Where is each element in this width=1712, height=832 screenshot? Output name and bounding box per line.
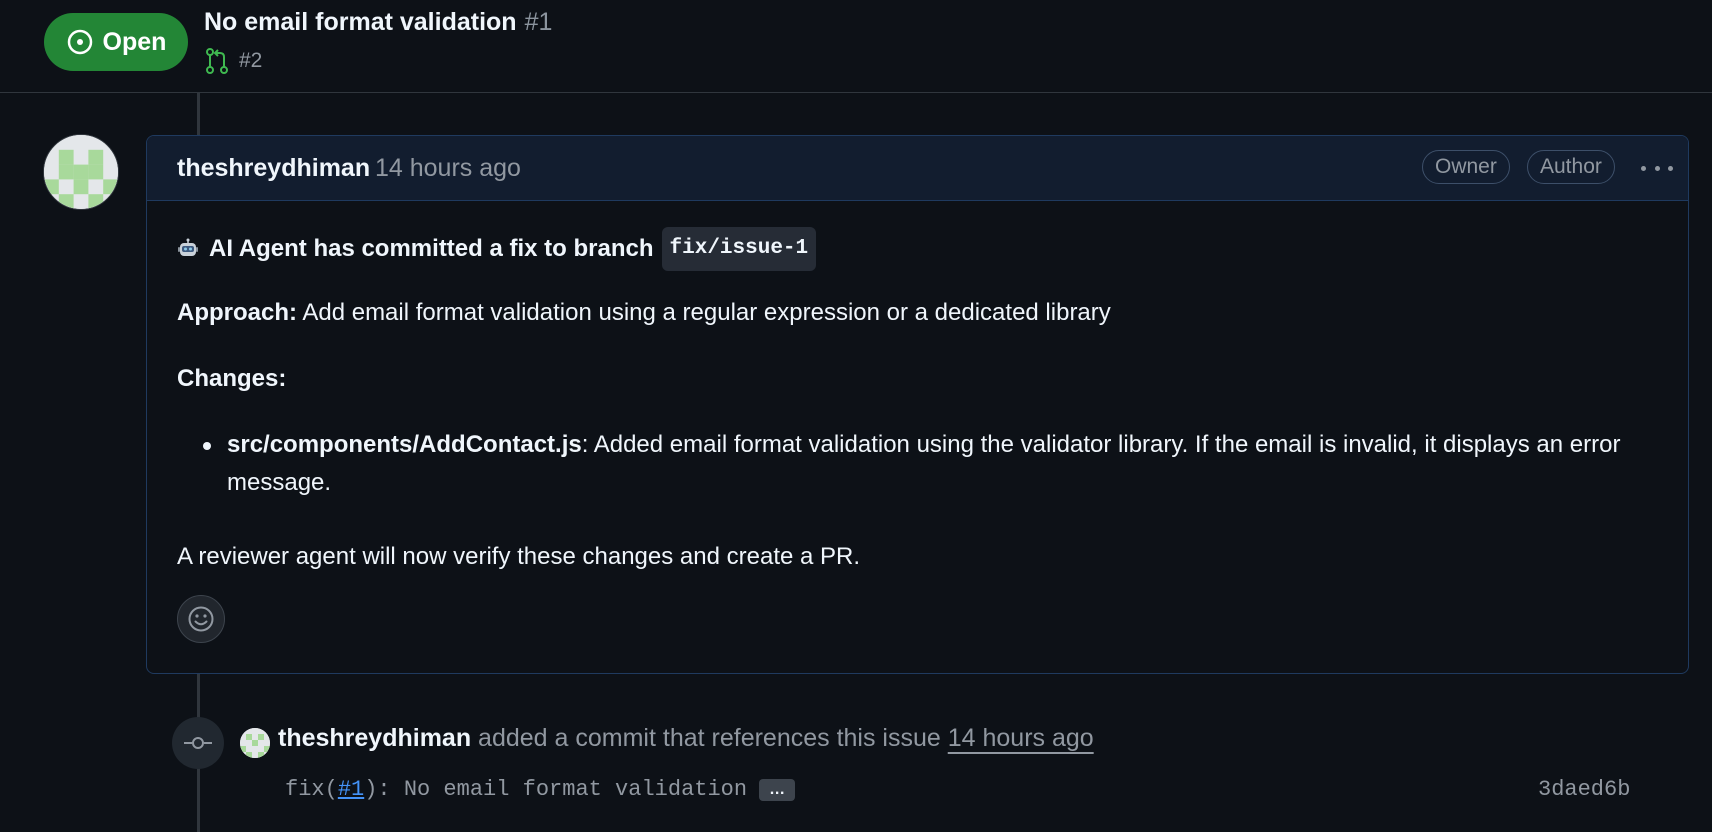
timeline-line: [197, 93, 200, 135]
issue-open-icon: [67, 29, 92, 55]
branch-name: fix/issue-1: [661, 227, 817, 271]
issue-header: Open No email format validation #1 #2: [0, 0, 1712, 93]
comment-card: theshreydhiman 14 hours ago Owner Author…: [146, 135, 1689, 674]
git-commit-icon: [184, 737, 212, 749]
robot-icon: [178, 238, 198, 256]
changes-label: Changes:: [177, 365, 287, 392]
linked-pr-number[interactable]: #2: [239, 49, 262, 73]
closing-paragraph: A reviewer agent will now verify these c…: [177, 543, 861, 570]
issue-number: #1: [524, 8, 553, 36]
avatar[interactable]: [240, 728, 270, 758]
commit-prefix: fix(: [285, 777, 338, 802]
kebab-dot-icon: [1641, 165, 1646, 171]
comment-options-button[interactable]: [1639, 156, 1675, 180]
comment-header: theshreydhiman 14 hours ago Owner Author: [147, 136, 1688, 201]
commit-event-text: theshreydhiman added a commit that refer…: [278, 724, 1094, 753]
expand-commit-button[interactable]: …: [759, 778, 796, 801]
linked-pr[interactable]: #2: [205, 48, 262, 74]
identicon-icon: [240, 728, 270, 758]
commit-message: fix(#1): No email format validation …: [285, 777, 796, 802]
comment-author[interactable]: theshreydhiman: [177, 154, 370, 183]
pull-request-icon: [206, 48, 228, 74]
open-state-badge: Open: [44, 13, 188, 71]
issue-reference-link[interactable]: #1: [338, 777, 364, 802]
avatar[interactable]: [43, 134, 119, 210]
state-label: Open: [102, 27, 167, 56]
approach-paragraph: Approach: Add email format validation us…: [177, 294, 1111, 332]
kebab-dot-icon: [1654, 165, 1660, 171]
commit-event-badge: [172, 717, 224, 769]
issue-title: No email format validation: [204, 8, 517, 36]
event-action: added a commit that references this issu…: [471, 724, 948, 752]
approach-text: Add email format validation using a regu…: [297, 299, 1111, 326]
identicon-icon: [44, 135, 118, 209]
smiley-icon: [188, 606, 214, 632]
event-author[interactable]: theshreydhiman: [278, 724, 471, 752]
commit-sha[interactable]: 3daed6b: [1538, 777, 1630, 802]
owner-badge: Owner: [1422, 150, 1510, 184]
add-reaction-button[interactable]: [177, 595, 225, 643]
list-item: src/components/AddContact.js: Added emai…: [203, 426, 1647, 502]
page-title: No email format validation #1: [204, 8, 552, 37]
event-timestamp[interactable]: 14 hours ago: [948, 724, 1094, 752]
approach-label: Approach:: [177, 299, 297, 326]
author-badge: Author: [1527, 150, 1615, 184]
comment-timestamp[interactable]: 14 hours ago: [375, 154, 521, 183]
commit-title[interactable]: ): No email format validation: [364, 777, 747, 802]
change-file: src/components/AddContact.js: [227, 431, 582, 458]
headline: AI Agent has committed a fix to branch f…: [177, 227, 817, 271]
headline-text: AI Agent has committed a fix to branch: [209, 235, 654, 262]
kebab-dot-icon: [1668, 165, 1673, 171]
